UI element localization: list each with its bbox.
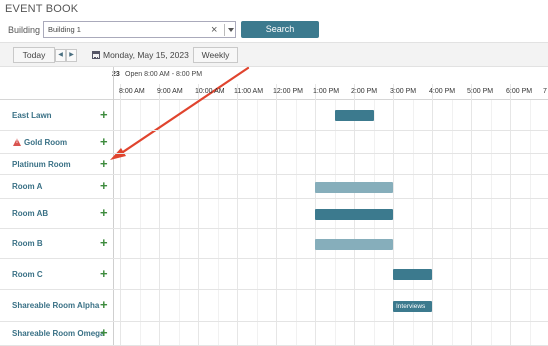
- room-row[interactable]: [0, 131, 548, 154]
- next-day-button[interactable]: ▶: [66, 49, 77, 62]
- event-block[interactable]: [334, 110, 374, 121]
- calendar-icon[interactable]: [92, 51, 100, 59]
- open-hours: Open 8:00 AM - 8:00 PM: [125, 71, 203, 78]
- today-button[interactable]: Today: [13, 47, 55, 63]
- add-booking-icon[interactable]: +: [100, 135, 108, 148]
- hour-label: 3:00 PM: [390, 88, 417, 95]
- event-block[interactable]: Interviews: [393, 300, 432, 312]
- room-name[interactable]: Room A: [12, 182, 42, 191]
- weekly-view-button[interactable]: Weekly: [193, 47, 238, 63]
- room-name[interactable]: Room B: [12, 239, 43, 248]
- hour-label: 2:00 PM: [351, 88, 378, 95]
- room-name[interactable]: East Lawn: [12, 111, 52, 120]
- building-label: Building: [8, 25, 41, 35]
- hour-label: 12:00 PM: [273, 88, 303, 95]
- search-button[interactable]: Search: [241, 21, 319, 38]
- clear-icon[interactable]: ×: [211, 23, 217, 37]
- room-row[interactable]: [0, 199, 548, 229]
- warning-icon: [13, 137, 21, 146]
- hour-label: 11:00 AM: [234, 88, 264, 95]
- hour-label: 9:00 AM: [157, 88, 183, 95]
- hour-label: 5:00 PM: [467, 88, 494, 95]
- room-name[interactable]: Shareable Room Omega: [12, 329, 104, 338]
- event-block[interactable]: [315, 238, 393, 250]
- current-date[interactable]: Monday, May 15, 2023: [103, 50, 189, 60]
- calendar-toolbar: [0, 42, 548, 67]
- building-select[interactable]: Building 1 ×: [43, 21, 236, 38]
- room-name[interactable]: Platinum Room: [12, 160, 71, 169]
- chevron-down-icon[interactable]: [228, 28, 234, 32]
- event-block[interactable]: [315, 181, 393, 193]
- room-row[interactable]: [0, 154, 548, 175]
- add-booking-icon[interactable]: +: [100, 108, 108, 121]
- room-name[interactable]: Shareable Room Alpha: [12, 301, 99, 310]
- add-booking-icon[interactable]: +: [100, 179, 108, 192]
- room-row[interactable]: [0, 259, 548, 290]
- timeline-header: [0, 67, 548, 100]
- hour-label: 4:00 PM: [429, 88, 456, 95]
- add-booking-icon[interactable]: +: [100, 157, 108, 170]
- app-title: EVENT BOOK: [5, 3, 79, 15]
- hour-label: 7: [543, 88, 547, 95]
- select-divider: [224, 24, 225, 36]
- room-row[interactable]: [0, 100, 548, 131]
- room-row[interactable]: [0, 229, 548, 259]
- add-booking-icon[interactable]: +: [100, 236, 108, 249]
- hour-label: 8:00 AM: [119, 88, 145, 95]
- add-booking-icon[interactable]: +: [100, 206, 108, 219]
- room-name[interactable]: Room C: [12, 270, 43, 279]
- event-block[interactable]: [315, 208, 393, 220]
- room-name[interactable]: Room AB: [12, 209, 48, 218]
- add-booking-icon[interactable]: +: [100, 298, 108, 311]
- hour-label: 6:00 PM: [506, 88, 533, 95]
- building-select-value: Building 1: [48, 25, 81, 34]
- hour-label: 1:00 PM: [313, 88, 340, 95]
- room-row[interactable]: [0, 175, 548, 199]
- event-block[interactable]: [393, 269, 432, 280]
- add-booking-icon[interactable]: +: [100, 267, 108, 280]
- room-name[interactable]: Gold Room: [24, 138, 67, 147]
- add-booking-icon[interactable]: +: [100, 326, 108, 339]
- hour-label: 10:00 AM: [195, 88, 225, 95]
- prev-day-button[interactable]: ◀: [55, 49, 66, 62]
